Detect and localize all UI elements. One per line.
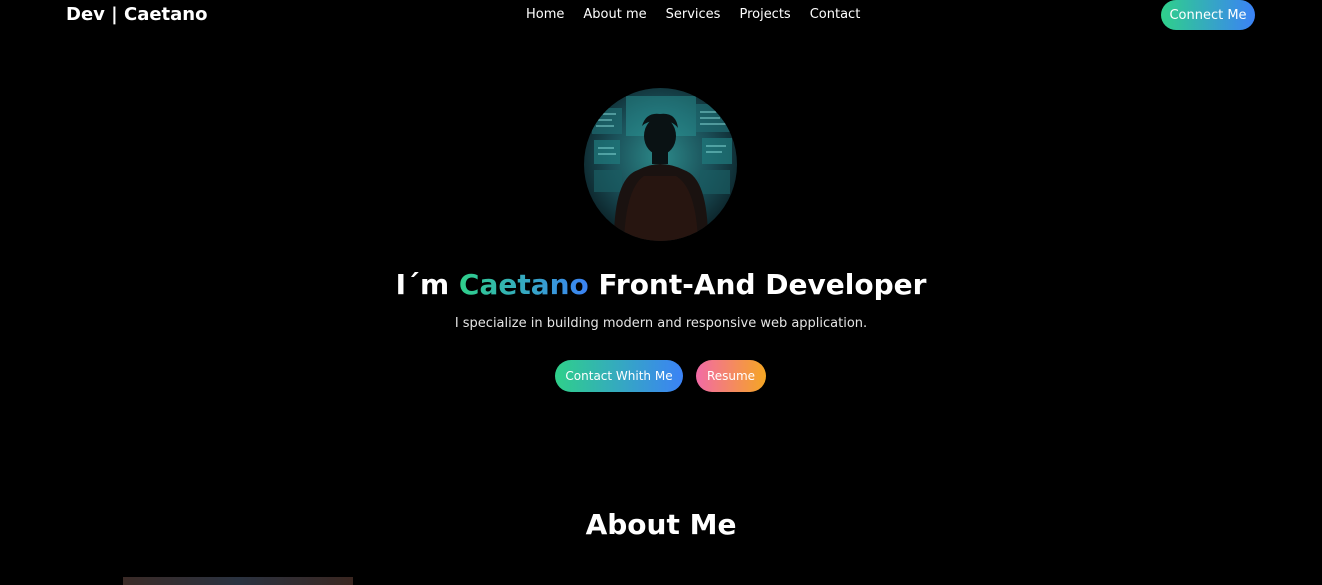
about-section-title: About Me [585,508,737,541]
resume-button[interactable]: Resume [696,360,766,392]
hero-title-name: Caetano [458,268,589,301]
nav-services[interactable]: Services [666,7,721,23]
developer-silhouette-icon [592,96,732,241]
main-nav: Home About me Services Projects Contact [526,7,860,23]
hero-title-suffix: Front-And Developer [588,268,927,301]
hero-title-prefix: I´m [395,268,459,301]
site-logo[interactable]: Dev | Caetano [66,4,208,26]
contact-with-me-button[interactable]: Contact Whith Me [555,360,683,392]
about-image [123,577,353,585]
nav-contact[interactable]: Contact [810,7,861,23]
hero-subtitle: I specialize in building modern and resp… [454,316,868,331]
nav-about[interactable]: About me [583,7,646,23]
page: Dev | Caetano Home About me Services Pro… [0,0,1322,585]
hero-title: I´m Caetano Front-And Developer [0,267,1322,303]
nav-projects[interactable]: Projects [739,7,790,23]
profile-avatar [584,88,737,241]
nav-home[interactable]: Home [526,7,564,23]
connect-me-button[interactable]: Connect Me [1161,0,1255,30]
